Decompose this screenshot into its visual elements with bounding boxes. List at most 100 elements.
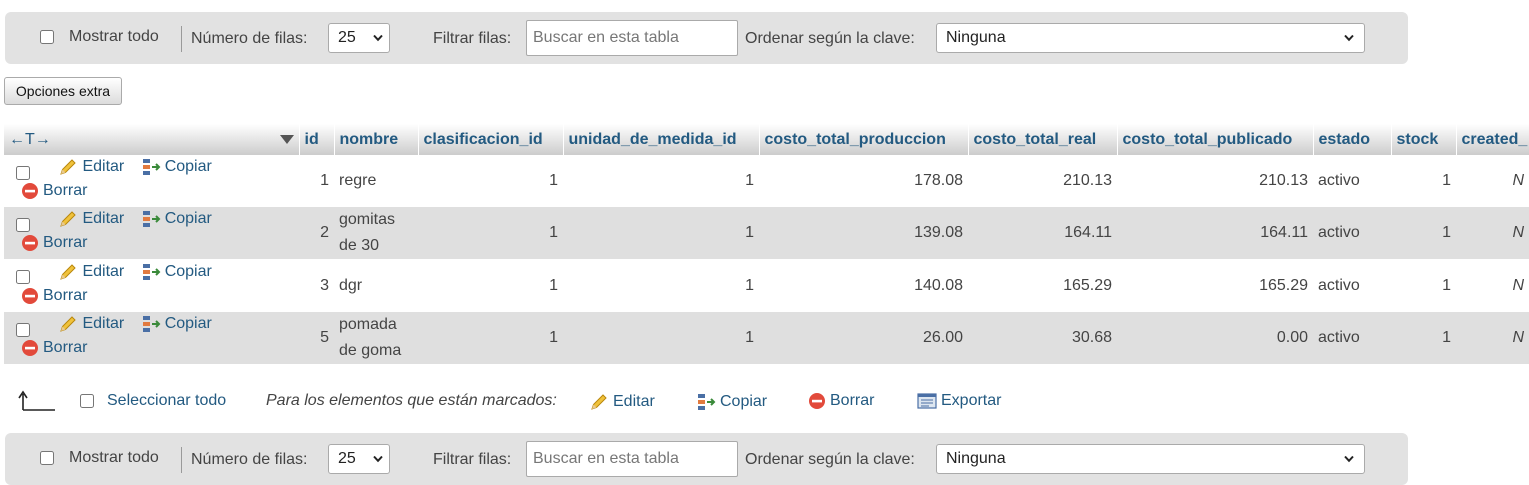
- bulk-edit-button[interactable]: Editar: [589, 392, 655, 412]
- row-checkbox[interactable]: [16, 217, 30, 232]
- column-header-costo-total-real[interactable]: costo_total_real: [968, 124, 1118, 155]
- sort-key-value: Ninguna: [946, 450, 1006, 467]
- row-checkbox[interactable]: [16, 270, 30, 285]
- bulk-copy-button[interactable]: Copiar: [696, 392, 767, 412]
- navigation-bar-bottom: Mostrar todo Número de filas: 25 Filtrar…: [5, 433, 1408, 485]
- pencil-icon: [60, 159, 77, 175]
- cell-costo-total-publicado: 164.11: [1117, 207, 1313, 259]
- edit-label: Editar: [82, 158, 125, 175]
- cell-created: N: [1456, 259, 1529, 312]
- edit-row-link[interactable]: Editar: [58, 209, 124, 229]
- sort-key-select[interactable]: Ninguna: [936, 23, 1365, 53]
- divider: [181, 26, 182, 52]
- chevron-down-icon[interactable]: [279, 135, 294, 144]
- edit-label: Editar: [82, 262, 125, 280]
- copy-row-link[interactable]: Copiar: [141, 314, 212, 334]
- marked-items-label: Para los elementos que están marcados:: [266, 392, 557, 409]
- cell-costo-total-publicado: 165.29: [1117, 259, 1313, 312]
- cell-costo-total-produccion: 178.08: [759, 155, 968, 207]
- filter-label: Filtrar filas:: [433, 30, 512, 47]
- filter-rows-input[interactable]: [526, 20, 738, 56]
- column-header-created[interactable]: created_: [1456, 124, 1529, 155]
- column-header-costo-total-produccion[interactable]: costo_total_produccion: [759, 124, 969, 155]
- cell-unidad-de-medida-id: 1: [563, 312, 759, 364]
- column-header-clasificacion-id[interactable]: clasificacion_id: [418, 124, 564, 155]
- cell-unidad-de-medida-id: 1: [563, 259, 759, 312]
- rows-per-page-select[interactable]: 25: [328, 444, 390, 474]
- cell-id: 2: [299, 207, 334, 259]
- copy-label: Copiar: [164, 210, 212, 227]
- delete-icon: [809, 393, 825, 409]
- bulk-copy-label: Copiar: [720, 393, 768, 410]
- cell-created: N: [1456, 155, 1529, 207]
- cell-costo-total-publicado: 210.13: [1117, 155, 1313, 207]
- arrow-up-left-icon: [18, 390, 55, 411]
- pencil-icon: [591, 394, 607, 410]
- cell-nombre: gomitas de 30: [334, 207, 418, 259]
- show-all-label[interactable]: Mostrar todo: [69, 449, 159, 467]
- delete-label: Borrar: [43, 182, 88, 199]
- cell-clasificacion-id: 1: [418, 155, 563, 207]
- delete-row-link[interactable]: Borrar: [21, 182, 87, 200]
- row-checkbox[interactable]: [16, 165, 30, 180]
- column-header-stock[interactable]: stock: [1391, 124, 1457, 155]
- show-all-label[interactable]: Mostrar todo: [69, 28, 159, 46]
- copy-icon: [142, 263, 161, 280]
- delete-row-link[interactable]: Borrar: [21, 287, 87, 305]
- cell-id: 1: [299, 155, 334, 207]
- table-row: Editar Copiar Borrar 1 regre 1 1 178.08 …: [4, 155, 1529, 207]
- bulk-export-button[interactable]: Exportar: [917, 392, 1001, 410]
- cell-costo-total-real: 165.29: [968, 259, 1117, 312]
- bulk-delete-button[interactable]: Borrar: [808, 392, 874, 410]
- select-all-checkbox[interactable]: [80, 394, 94, 408]
- bulk-actions-bar: Seleccionar todo Para los elementos que …: [0, 380, 1100, 420]
- cell-estado: activo: [1313, 155, 1391, 207]
- rows-per-page-value: 25: [338, 29, 356, 46]
- column-sorter-header[interactable]: ←T→: [4, 124, 300, 155]
- cell-costo-total-produccion: 139.08: [759, 207, 968, 259]
- cell-clasificacion-id: 1: [418, 312, 563, 364]
- copy-row-link[interactable]: Copiar: [141, 262, 212, 282]
- delete-icon: [22, 183, 38, 199]
- rows-label: Número de filas:: [191, 451, 308, 468]
- rows-per-page-select[interactable]: 25: [328, 23, 390, 53]
- copy-row-link[interactable]: Copiar: [141, 157, 212, 177]
- column-header-estado[interactable]: estado: [1313, 124, 1392, 155]
- sort-arrow-icon[interactable]: ←T→: [9, 131, 51, 149]
- cell-unidad-de-medida-id: 1: [563, 207, 759, 259]
- table-header-row: ←T→ id nombre clasificacion_id unidad_de…: [4, 124, 1529, 155]
- export-icon: [917, 393, 937, 409]
- cell-created: N: [1456, 312, 1529, 364]
- delete-label: Borrar: [43, 286, 88, 304]
- edit-row-link[interactable]: Editar: [58, 314, 124, 334]
- cell-costo-total-real: 210.13: [968, 155, 1117, 207]
- extra-options-button[interactable]: Opciones extra: [4, 77, 122, 105]
- edit-row-link[interactable]: Editar: [58, 262, 124, 282]
- copy-label: Copiar: [164, 158, 212, 175]
- cell-costo-total-real: 30.68: [968, 312, 1117, 364]
- filter-rows-input[interactable]: [526, 441, 738, 477]
- copy-label: Copiar: [164, 315, 212, 332]
- column-header-nombre[interactable]: nombre: [334, 124, 419, 155]
- delete-row-link[interactable]: Borrar: [21, 339, 87, 357]
- sort-key-select[interactable]: Ninguna: [936, 444, 1365, 474]
- cell-stock: 1: [1391, 259, 1456, 312]
- column-header-unidad-de-medida-id[interactable]: unidad_de_medida_id: [563, 124, 760, 155]
- sort-label: Ordenar según la clave:: [745, 451, 915, 468]
- copy-label: Copiar: [164, 262, 212, 280]
- cell-estado: activo: [1313, 259, 1391, 312]
- cell-nombre: dgr: [334, 259, 418, 312]
- copy-row-link[interactable]: Copiar: [141, 209, 212, 229]
- cell-id: 5: [299, 312, 334, 364]
- column-header-costo-total-publicado[interactable]: costo_total_publicado: [1117, 124, 1314, 155]
- copy-icon: [142, 316, 161, 332]
- select-all-link[interactable]: Seleccionar todo: [107, 392, 226, 410]
- show-all-checkbox[interactable]: [40, 30, 54, 44]
- row-checkbox[interactable]: [16, 322, 30, 337]
- edit-row-link[interactable]: Editar: [58, 157, 124, 177]
- show-all-checkbox[interactable]: [40, 451, 54, 465]
- cell-created: N: [1456, 207, 1529, 259]
- delete-row-link[interactable]: Borrar: [21, 234, 87, 252]
- column-header-id[interactable]: id: [299, 124, 335, 155]
- data-table: ←T→ id nombre clasificacion_id unidad_de…: [4, 124, 1529, 364]
